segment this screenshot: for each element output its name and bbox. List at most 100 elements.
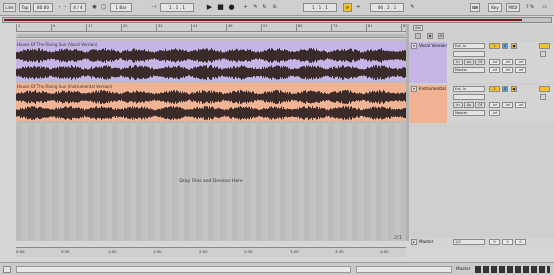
sends-toggle-icon[interactable]: ▤ (438, 33, 444, 39)
master-pan-field[interactable]: 0 (502, 239, 513, 245)
drop-files-hint: Drop Files and Devices Here (179, 179, 243, 184)
volume-field[interactable]: -inf (489, 59, 500, 65)
time-tick: 3:30 (335, 249, 344, 254)
monitor-icon[interactable]: ◦ (540, 51, 546, 57)
time-tick: 0:30 (61, 249, 70, 254)
loop-start-field[interactable]: 1 . 1 . 1 (303, 3, 337, 12)
loop-brace-bar[interactable] (16, 33, 406, 38)
status-bar: Master (0, 262, 554, 275)
pan-field[interactable]: -inf (502, 102, 513, 108)
ruler-tick: 9 (51, 24, 55, 32)
overdub-icon[interactable]: + (241, 3, 250, 12)
automation-arm-icon[interactable]: ✎ (251, 3, 260, 12)
fold-icon[interactable]: ◫ (415, 33, 421, 39)
key-map-button[interactable]: Key (488, 3, 502, 12)
computer-midi-keyboard-button[interactable]: ⌨ (470, 3, 480, 12)
time-tick: 4:00 (380, 249, 389, 254)
input-type-select[interactable]: Ext. In (453, 43, 485, 49)
stop-icon[interactable]: ■ (216, 3, 225, 12)
volume-field-2[interactable]: -inf (489, 110, 500, 116)
loop-brace[interactable] (17, 34, 405, 37)
arrangement-view[interactable]: House Of The Rising Sun (Vocal Version) … (16, 39, 406, 241)
ruler-tick: 65 (296, 24, 303, 32)
io-toggle-icon[interactable]: ▣ (427, 33, 433, 39)
arm-button[interactable]: ● (511, 43, 517, 49)
play-icon[interactable]: ▶ (205, 3, 214, 12)
master-track[interactable]: ▸ Master 1/2 0 0 0 (409, 238, 554, 248)
ruler-tick: 33 (156, 24, 163, 32)
re-enable-automation-icon[interactable]: ↻ (260, 3, 269, 12)
master-volume-field[interactable]: 0 (489, 239, 500, 245)
send-field[interactable]: -inf (515, 102, 526, 108)
solo-button[interactable]: S (502, 43, 508, 49)
time-tick: 3:00 (290, 249, 299, 254)
beat-time-ruler[interactable]: 1 9 17 25 33 41 49 57 65 73 81 89 (16, 24, 408, 32)
solo-button[interactable]: S (502, 86, 508, 92)
track-number[interactable]: 1 (489, 43, 500, 49)
master-name[interactable]: Master (409, 238, 447, 246)
track-name[interactable]: Instrumental V (409, 85, 447, 93)
arm-button[interactable]: ● (511, 86, 517, 92)
output-select[interactable]: Master (453, 67, 485, 73)
monitor-off-button[interactable]: Of (475, 102, 485, 108)
master-send-field[interactable]: 0 (515, 239, 526, 245)
metronome-dot-icon-2[interactable]: · (61, 3, 70, 12)
ruler-tick: 49 (226, 24, 233, 32)
arrangement-overview[interactable] (2, 17, 552, 23)
audio-clip-vocal[interactable]: House Of The Rising Sun (Vocal Version) (16, 41, 406, 81)
input-channel-select[interactable] (453, 94, 485, 100)
track-name[interactable]: Vocal Version (409, 42, 447, 50)
record-icon[interactable]: ● (227, 3, 236, 12)
monitor-auto-button[interactable]: Au (464, 102, 474, 108)
master-output-select[interactable]: 1/2 (453, 239, 485, 245)
time-signature-field[interactable]: 4 / 4 (70, 3, 86, 12)
send-field[interactable]: -inf (515, 59, 526, 65)
set-button[interactable]: Set (413, 25, 423, 31)
draw-mode-icon[interactable]: ✎ (408, 3, 417, 12)
track-number[interactable]: 2 (489, 86, 500, 92)
input-channel-select[interactable] (453, 51, 485, 57)
output-select[interactable]: Master (453, 110, 485, 116)
loop-switch[interactable]: ⟳ (343, 3, 352, 12)
monitor-in-button[interactable]: In (453, 59, 463, 65)
input-type-select[interactable]: Ext. In (453, 86, 485, 92)
audio-clip-instrumental[interactable]: House Of The Rising Sun (Instrumental Ve… (16, 83, 406, 121)
midi-map-button[interactable]: MIDI (506, 3, 520, 12)
monitor-off-button[interactable]: Of (475, 59, 485, 65)
track-activator[interactable] (539, 86, 550, 92)
monitor-in-button[interactable]: In (453, 102, 463, 108)
ruler-tick: 25 (121, 24, 128, 32)
track-activator[interactable] (539, 43, 550, 49)
master-status-label: Master (456, 266, 471, 271)
volume-field[interactable]: -inf (489, 102, 500, 108)
quantize-menu[interactable]: 1 Bar (110, 3, 132, 12)
info-view-toggle[interactable] (3, 266, 11, 273)
overview-loop-region (4, 19, 522, 21)
track-vocal[interactable]: ▾ Vocal Version Ext. In In Au Of Master … (409, 42, 554, 83)
tap-tempo-button[interactable]: Tap (19, 3, 31, 12)
volume-field-2[interactable]: -inf (489, 67, 500, 73)
follow-icon[interactable]: ◯ (99, 3, 108, 12)
link-button[interactable]: Link (3, 3, 16, 12)
pan-field[interactable]: -inf (502, 59, 513, 65)
monitor-icon[interactable]: ◦ (540, 94, 546, 100)
track-instrumental[interactable]: ▾ Instrumental V Ext. In In Au Of Master… (409, 85, 554, 123)
metronome-icon[interactable]: ◉ (90, 3, 99, 12)
punch-in-icon[interactable]: ⇥ (353, 3, 362, 12)
session-record-icon[interactable]: ⊙ (270, 3, 279, 12)
status-message-field (16, 266, 351, 273)
arrangement-position-field[interactable]: 1 . 1 . 1 (160, 3, 194, 12)
monitor-auto-button[interactable]: Au (464, 59, 474, 65)
time-ruler[interactable]: 0:00 0:30 1:00 1:30 2:00 2:30 3:00 3:30 … (16, 247, 406, 257)
status-field-2 (356, 266, 452, 273)
page-counter: 2/1 (394, 235, 403, 241)
pan-field-2[interactable]: -inf (502, 67, 513, 73)
send-field-2[interactable]: -inf (515, 67, 526, 73)
waveform-instrumental (16, 89, 406, 121)
tempo-field[interactable]: 80.00 (33, 3, 53, 12)
arrangement-position-icon: ⊣ (151, 4, 156, 10)
ruler-tick: 17 (86, 24, 93, 32)
cpu-load-meter (475, 266, 550, 273)
loop-length-field[interactable]: 46 . 2 . 1 (370, 3, 404, 12)
midi-indicator-icon: ▭ (542, 4, 547, 10)
